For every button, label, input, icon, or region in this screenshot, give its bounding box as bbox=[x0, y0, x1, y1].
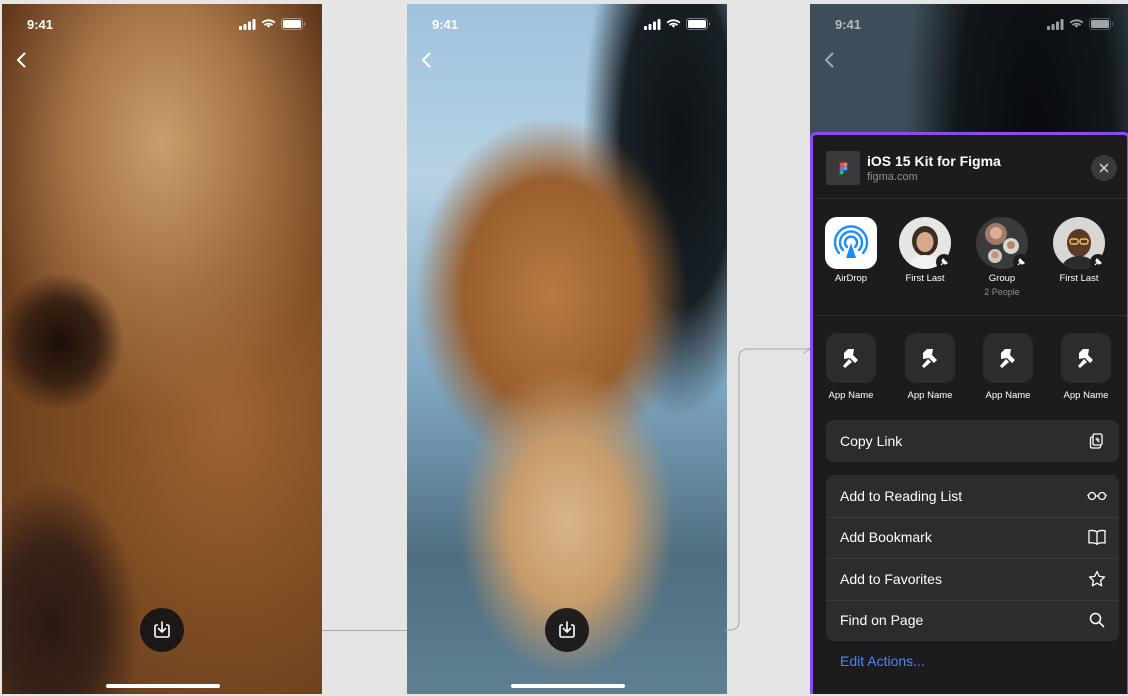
dog-photo-closeup bbox=[2, 4, 322, 694]
status-bar: 9:41 bbox=[432, 16, 711, 32]
contacts-row: AirDrop First Last Group 2 People First … bbox=[813, 199, 1127, 316]
apps-row: App Name App Name App Name App Name bbox=[813, 316, 1127, 416]
airdrop-icon bbox=[825, 217, 877, 269]
app-item[interactable]: App Name bbox=[816, 333, 886, 401]
contact-partial[interactable] bbox=[1120, 217, 1127, 269]
app-placeholder-icon bbox=[1061, 333, 1111, 383]
action-favorites[interactable]: Add to Favorites bbox=[826, 558, 1119, 600]
signal-icon bbox=[644, 18, 661, 30]
signal-icon bbox=[239, 18, 256, 30]
messages-badge-icon bbox=[1090, 254, 1106, 270]
star-icon bbox=[1087, 569, 1107, 589]
action-find-on-page[interactable]: Find on Page bbox=[826, 599, 1119, 642]
row-label: Copy Link bbox=[840, 432, 903, 449]
app-item[interactable]: App Name bbox=[895, 333, 965, 401]
share-title: iOS 15 Kit for Figma bbox=[867, 153, 1001, 169]
battery-icon bbox=[281, 18, 306, 30]
wifi-icon bbox=[666, 18, 681, 28]
figma-logo-icon bbox=[839, 162, 847, 174]
flow-connector bbox=[322, 630, 407, 631]
row-label: Add to Favorites bbox=[840, 570, 942, 587]
share-sheet: iOS 15 Kit for Figma figma.com AirDrop F… bbox=[810, 132, 1128, 694]
back-chevron-icon bbox=[820, 50, 840, 70]
search-icon bbox=[1087, 610, 1107, 630]
contact-group[interactable]: Group 2 People bbox=[967, 217, 1037, 297]
wifi-icon bbox=[1069, 18, 1084, 28]
copy-link-row[interactable]: Copy Link bbox=[826, 420, 1119, 462]
copy-link-group: Copy Link bbox=[826, 420, 1119, 462]
actions-group: Add to Reading List Add Bookmark Add to … bbox=[826, 475, 1119, 641]
action-bookmark[interactable]: Add Bookmark bbox=[826, 516, 1119, 559]
figma-thumbnail bbox=[826, 151, 860, 185]
app-label: App Name bbox=[907, 390, 953, 401]
share-sheet-header: iOS 15 Kit for Figma figma.com bbox=[813, 135, 1127, 199]
app-item[interactable]: App Name bbox=[973, 333, 1043, 401]
app-item[interactable]: App Name bbox=[1051, 333, 1121, 401]
contact-first-last-1[interactable]: First Last bbox=[890, 217, 960, 284]
signal-icon bbox=[1047, 18, 1064, 30]
row-label: Find on Page bbox=[840, 612, 924, 629]
status-time: 9:41 bbox=[835, 16, 862, 32]
book-icon bbox=[1087, 527, 1107, 547]
glasses-icon bbox=[1087, 486, 1107, 506]
close-button[interactable] bbox=[1091, 155, 1117, 181]
contact-first-last-2[interactable]: First Last bbox=[1044, 217, 1114, 284]
contact-label: Group bbox=[988, 273, 1016, 284]
status-bar: 9:41 bbox=[835, 16, 1114, 32]
download-button[interactable] bbox=[545, 608, 589, 652]
back-chevron-icon[interactable] bbox=[12, 50, 32, 70]
download-button[interactable] bbox=[140, 608, 184, 652]
dog-photo-window bbox=[407, 4, 727, 694]
contact-label: First Last bbox=[1059, 273, 1099, 284]
app-placeholder-icon bbox=[983, 333, 1033, 383]
back-chevron-icon[interactable] bbox=[417, 50, 437, 70]
phone-screen-2: 9:41 bbox=[407, 4, 727, 694]
status-time: 9:41 bbox=[27, 16, 54, 32]
flow-connector-arrow bbox=[725, 348, 811, 631]
status-time: 9:41 bbox=[432, 16, 459, 32]
row-label: Add Bookmark bbox=[840, 529, 932, 546]
app-label: App Name bbox=[985, 390, 1031, 401]
edit-actions-link[interactable]: Edit Actions... bbox=[840, 653, 925, 669]
copy-icon bbox=[1087, 431, 1107, 451]
messages-badge-icon bbox=[1013, 254, 1029, 270]
contact-label: AirDrop bbox=[834, 273, 868, 284]
download-icon bbox=[559, 621, 575, 638]
app-label: App Name bbox=[828, 390, 874, 401]
share-subtitle: figma.com bbox=[867, 171, 918, 183]
app-placeholder-icon bbox=[826, 333, 876, 383]
home-indicator bbox=[106, 684, 220, 688]
messages-badge-icon bbox=[936, 254, 952, 270]
action-reading-list[interactable]: Add to Reading List bbox=[826, 475, 1119, 517]
wifi-icon bbox=[261, 18, 276, 28]
home-indicator bbox=[511, 684, 625, 688]
app-placeholder-icon bbox=[905, 333, 955, 383]
download-icon bbox=[154, 621, 170, 638]
status-bar: 9:41 bbox=[27, 16, 306, 32]
battery-icon bbox=[686, 18, 711, 30]
phone-screen-3: 9:41 iOS 15 Kit for Figma figma.com AirD… bbox=[810, 4, 1128, 694]
row-label: Add to Reading List bbox=[840, 487, 963, 504]
contact-label: First Last bbox=[905, 273, 945, 284]
close-icon bbox=[1099, 163, 1109, 173]
contact-sublabel: 2 People bbox=[984, 287, 1020, 297]
battery-icon bbox=[1089, 18, 1114, 30]
app-label: App Name bbox=[1063, 390, 1109, 401]
phone-screen-1: 9:41 bbox=[2, 4, 322, 694]
contact-airdrop[interactable]: AirDrop bbox=[816, 217, 886, 284]
